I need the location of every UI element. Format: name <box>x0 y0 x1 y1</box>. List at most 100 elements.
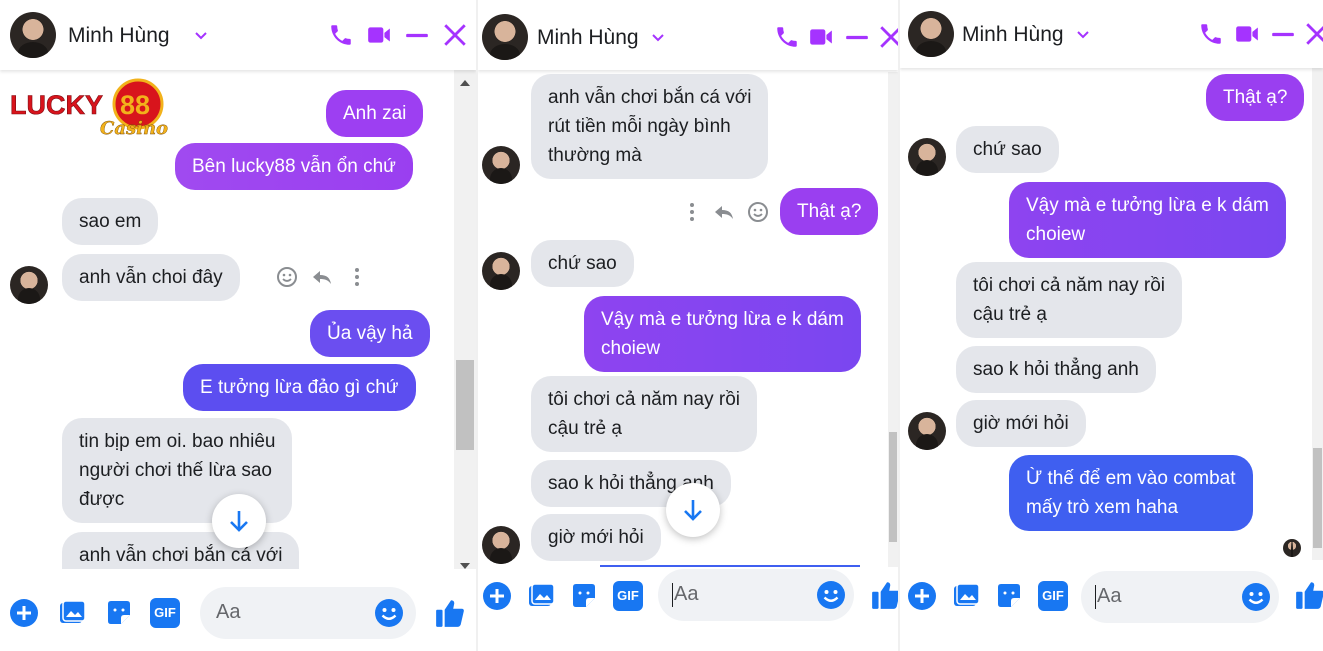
scroll-to-bottom-button[interactable] <box>212 494 266 548</box>
close-icon[interactable] <box>1304 21 1323 47</box>
message-received[interactable]: sao k hỏi thẳng anh <box>956 346 1156 393</box>
scrollbar-thumb[interactable] <box>456 360 474 450</box>
reply-icon[interactable] <box>310 265 334 289</box>
sender-avatar[interactable] <box>482 526 520 564</box>
scrollbar-thumb[interactable] <box>1313 448 1322 548</box>
image-icon[interactable] <box>57 598 87 628</box>
message-line: cậu trẻ ạ <box>548 418 622 439</box>
sender-avatar[interactable] <box>10 266 48 304</box>
plus-icon[interactable] <box>907 581 937 611</box>
contact-avatar[interactable] <box>10 12 56 58</box>
image-icon[interactable] <box>526 581 556 611</box>
sender-avatar[interactable] <box>908 138 946 176</box>
contact-name[interactable]: Minh Hùng <box>537 26 639 50</box>
more-icon[interactable] <box>680 200 704 224</box>
image-icon[interactable] <box>951 581 981 611</box>
emoji-icon[interactable] <box>816 580 846 610</box>
message-line: choiew <box>1026 224 1086 245</box>
chat-window-3: Minh Hùng Thật ạ? chứ sao Vậy mà e tưởng… <box>900 0 1323 651</box>
sticker-icon[interactable] <box>569 581 599 611</box>
message-received[interactable]: anh vẫn chơi bắn cá với rút tiền mỗi ngà… <box>531 74 769 179</box>
react-icon[interactable] <box>746 200 770 224</box>
message-input[interactable]: Aa <box>658 569 854 621</box>
message-sent[interactable]: Anh zai <box>326 90 424 137</box>
svg-text:Casino: Casino <box>100 118 168 136</box>
message-line: choiew <box>601 338 661 359</box>
message-input[interactable]: Aa <box>200 587 416 639</box>
contact-avatar[interactable] <box>482 14 528 60</box>
arrow-down-icon <box>230 511 248 532</box>
message-line: Ừ thế để em vào combat <box>1026 468 1236 489</box>
message-sent[interactable]: Vậy mà e tưởng lừa e k dám choiew <box>584 296 861 372</box>
input-placeholder: Aa <box>674 583 699 605</box>
message-line: mấy trò xem haha <box>1026 497 1179 518</box>
contact-avatar[interactable] <box>908 11 954 57</box>
like-icon[interactable] <box>870 579 898 611</box>
message-input[interactable]: Aa <box>1081 571 1279 623</box>
react-icon[interactable] <box>275 265 299 289</box>
video-icon[interactable] <box>808 24 834 50</box>
plus-icon[interactable] <box>9 598 39 628</box>
chevron-down-icon[interactable] <box>1076 28 1090 42</box>
plus-icon[interactable] <box>482 581 512 611</box>
message-sent[interactable]: Ừ thế để em vào combat mấy trò xem haha <box>1009 455 1253 531</box>
scroll-to-bottom-button[interactable] <box>666 483 720 537</box>
message-received[interactable]: giờ mới hỏi <box>531 514 661 561</box>
chat-header: Minh Hùng <box>0 0 476 70</box>
chat-header: Minh Hùng <box>478 0 898 70</box>
message-received[interactable]: tôi chơi cả năm nay rồi cậu trẻ ạ <box>531 376 757 452</box>
message-sent[interactable]: E tưởng lừa đảo gì chứ <box>183 364 416 411</box>
emoji-icon[interactable] <box>1241 582 1271 612</box>
message-sent[interactable]: Vậy mà e tưởng lừa e k dám choiew <box>1009 182 1286 258</box>
message-received[interactable]: chứ sao <box>956 126 1059 173</box>
like-icon[interactable] <box>1294 579 1323 611</box>
close-icon[interactable] <box>878 24 898 50</box>
close-icon[interactable] <box>442 22 468 48</box>
scroll-up-arrow[interactable] <box>460 80 470 86</box>
message-line: tôi chơi cả năm nay rồi <box>548 389 740 410</box>
message-line: anh vẫn chơi bắn cá với <box>79 545 283 566</box>
scrollbar-thumb[interactable] <box>889 432 897 542</box>
message-line: tôi chơi cả năm nay rồi <box>973 275 1165 296</box>
reply-icon[interactable] <box>712 200 736 224</box>
chat-window-1: Minh Hùng LUCKY 88 Casino Anh zai Bên lu… <box>0 0 476 651</box>
sender-avatar[interactable] <box>482 252 520 290</box>
message-received[interactable]: tôi chơi cả năm nay rồi cậu trẻ ạ <box>956 262 1182 338</box>
sender-avatar[interactable] <box>482 146 520 184</box>
sticker-icon[interactable] <box>994 581 1024 611</box>
scrollbar[interactable] <box>454 70 476 579</box>
message-received[interactable]: chứ sao <box>531 240 634 287</box>
more-icon[interactable] <box>345 265 369 289</box>
video-icon[interactable] <box>1234 21 1260 47</box>
minimize-icon[interactable] <box>404 22 430 48</box>
phone-icon[interactable] <box>328 22 354 48</box>
minimize-icon[interactable] <box>1270 21 1296 47</box>
video-icon[interactable] <box>366 22 392 48</box>
scrollbar[interactable] <box>888 72 898 567</box>
text-caret <box>672 583 673 607</box>
message-sent[interactable]: Bên lucky88 vẫn ổn chứ <box>175 143 413 190</box>
like-icon[interactable] <box>434 597 466 629</box>
chevron-down-icon[interactable] <box>651 31 665 45</box>
gif-icon[interactable]: GIF <box>150 598 180 628</box>
chevron-down-icon[interactable] <box>194 29 208 43</box>
message-line: người chơi thế lừa sao <box>79 460 272 481</box>
message-sent[interactable]: Thật ạ? <box>780 188 879 235</box>
sender-avatar[interactable] <box>908 412 946 450</box>
phone-icon[interactable] <box>774 24 800 50</box>
sticker-icon[interactable] <box>104 598 134 628</box>
gif-icon[interactable]: GIF <box>1038 581 1068 611</box>
contact-name[interactable]: Minh Hùng <box>68 24 170 48</box>
message-received[interactable]: giờ mới hỏi <box>956 400 1086 447</box>
message-sent[interactable]: Ủa vậy hả <box>310 310 430 357</box>
minimize-icon[interactable] <box>844 24 870 50</box>
message-received[interactable]: anh vẫn choi đây <box>62 254 240 301</box>
emoji-icon[interactable] <box>374 598 404 628</box>
message-line: tin bịp em oi. bao nhiêu <box>79 431 276 452</box>
gif-icon[interactable]: GIF <box>613 581 643 611</box>
message-sent[interactable]: Thật ạ? <box>1206 74 1305 121</box>
message-received[interactable]: sao em <box>62 198 159 245</box>
contact-name[interactable]: Minh Hùng <box>962 23 1064 47</box>
scrollbar[interactable] <box>1312 68 1323 560</box>
phone-icon[interactable] <box>1198 21 1224 47</box>
